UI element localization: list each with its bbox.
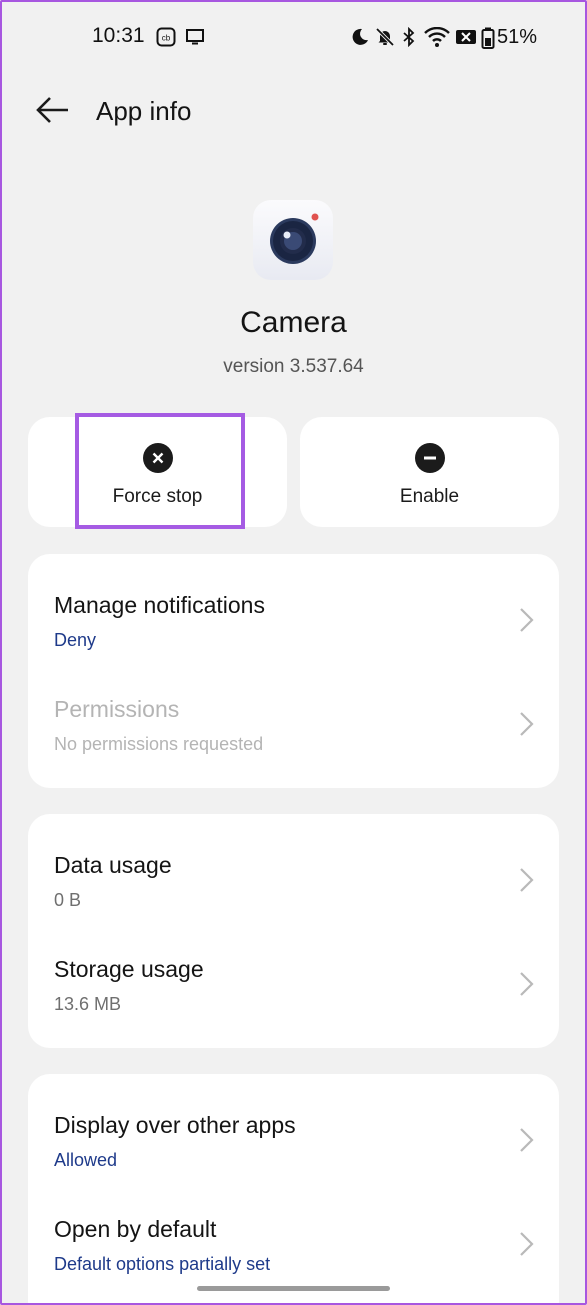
close-circle-icon [142, 443, 173, 473]
chevron-right-icon [518, 607, 534, 633]
chevron-right-icon [518, 867, 534, 893]
battery-percent: 51% [497, 26, 538, 48]
bluetooth-icon [400, 26, 418, 52]
chevron-right-icon [518, 1127, 534, 1153]
force-stop-label: Force stop [112, 486, 203, 507]
enable-label: Enable [399, 486, 460, 507]
row-subtitle: Default options partially set [54, 1254, 271, 1274]
bell-off-icon [375, 27, 395, 52]
moon-icon [350, 27, 370, 52]
row-subtitle: Deny [54, 630, 97, 650]
wifi-icon [424, 26, 450, 52]
open-by-default-row[interactable]: Open by default Default options partiall… [28, 1191, 559, 1295]
app-name: Camera [240, 306, 347, 339]
status-time: 10:31 [92, 24, 145, 47]
back-button[interactable] [30, 92, 74, 128]
manage-notifications-row[interactable]: Manage notifications Deny [28, 567, 559, 671]
settings-card-display: Display over other apps Allowed Open by … [28, 1074, 559, 1305]
camera-app-icon [253, 200, 333, 280]
row-title: Data usage [54, 852, 172, 878]
app-version: version 3.537.64 [223, 356, 364, 377]
row-title: Storage usage [54, 956, 204, 982]
home-indicator[interactable] [197, 1286, 390, 1291]
svg-text:cb: cb [162, 34, 171, 43]
cb-app-icon: cb [156, 27, 176, 52]
display-over-other-apps-row[interactable]: Display over other apps Allowed [28, 1087, 559, 1191]
row-subtitle: 0 B [54, 890, 82, 910]
row-subtitle: Allowed [54, 1150, 118, 1170]
app-bar: App info [0, 88, 587, 134]
data-usage-row[interactable]: Data usage 0 B [28, 827, 559, 931]
permissions-row[interactable]: Permissions No permissions requested [28, 671, 559, 775]
arrow-left-icon [30, 97, 74, 132]
battery-icon [481, 27, 495, 54]
row-title: Manage notifications [54, 592, 265, 618]
sim-off-icon [455, 27, 477, 52]
chevron-right-icon [518, 971, 534, 997]
force-stop-button[interactable]: Force stop [28, 417, 287, 527]
settings-card-notifications: Manage notifications Deny Permissions No… [28, 554, 559, 788]
settings-card-usage: Data usage 0 B Storage usage 13.6 MB [28, 814, 559, 1048]
row-title: Permissions [54, 696, 180, 722]
row-subtitle: No permissions requested [54, 734, 264, 754]
storage-usage-row[interactable]: Storage usage 13.6 MB [28, 931, 559, 1035]
status-bar: 10:31 cb 51% [0, 22, 587, 52]
minus-circle-icon [414, 443, 445, 473]
page-title: App info [96, 96, 192, 126]
screen-icon [185, 27, 205, 52]
row-subtitle: 13.6 MB [54, 994, 122, 1014]
row-title: Open by default [54, 1216, 217, 1242]
chevron-right-icon [518, 711, 534, 737]
chevron-right-icon [518, 1231, 534, 1257]
row-title: Display over other apps [54, 1112, 296, 1138]
enable-button[interactable]: Enable [300, 417, 559, 527]
